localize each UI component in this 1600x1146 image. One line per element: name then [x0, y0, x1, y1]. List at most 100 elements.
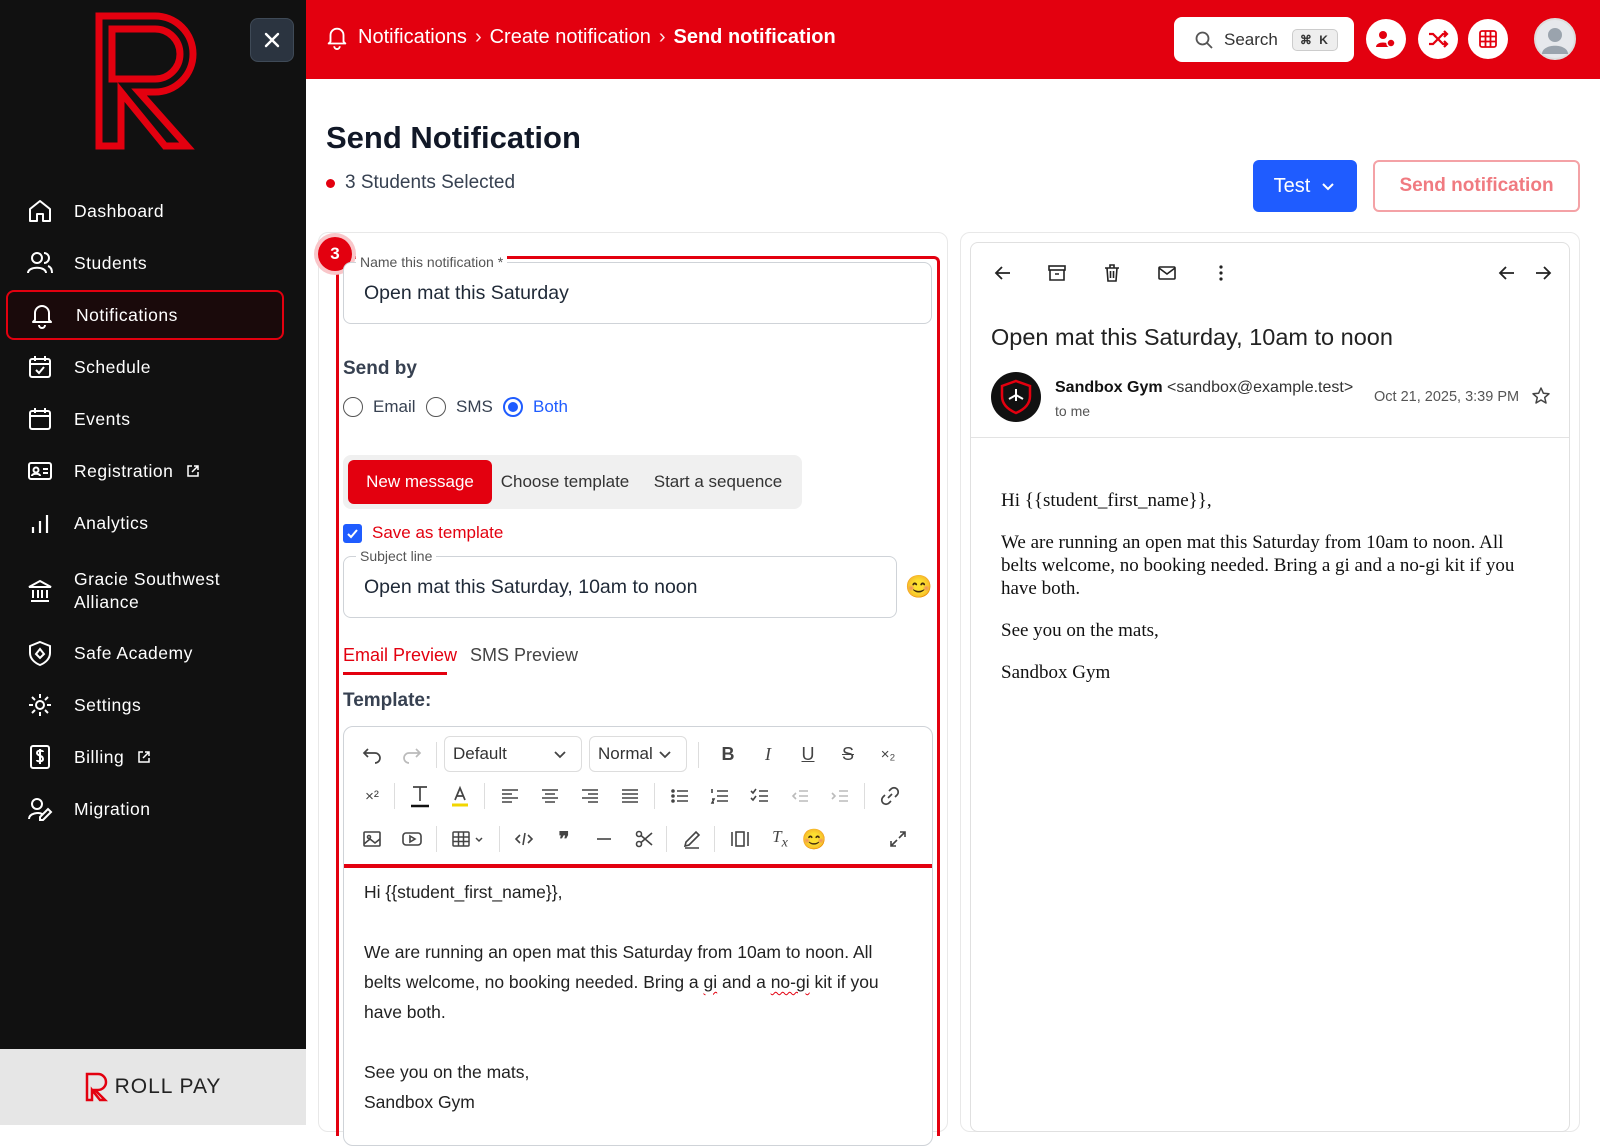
clear-format-button[interactable]: Tx	[766, 825, 794, 853]
outdent-button[interactable]	[786, 782, 814, 810]
sidebar-item-students[interactable]: Students	[6, 238, 284, 288]
avatar[interactable]	[1534, 18, 1576, 60]
numbered-list-icon	[710, 789, 728, 804]
sidebar-item-billing[interactable]: Billing	[6, 732, 284, 782]
italic-button[interactable]: I	[754, 740, 782, 768]
bold-button[interactable]: B	[714, 740, 742, 768]
horizontal-rule-button[interactable]	[590, 825, 618, 853]
checklist-button[interactable]	[746, 782, 774, 810]
mark-unread-button[interactable]	[1153, 259, 1181, 287]
blockquote-button[interactable]: ❞	[550, 825, 578, 853]
sidebar-item-events[interactable]: Events	[6, 394, 284, 444]
breadcrumb: Notifications › Create notification › Se…	[324, 24, 836, 50]
sender-avatar	[991, 372, 1041, 422]
emoji-button[interactable]: 😊	[800, 825, 828, 853]
chevron-down-icon	[1322, 183, 1335, 191]
fullscreen-button[interactable]	[884, 825, 912, 853]
previous-email-button[interactable]	[1493, 259, 1521, 287]
text-color-icon	[411, 786, 429, 808]
undo-button[interactable]	[358, 740, 386, 768]
segment-start-sequence[interactable]: Start a sequence	[639, 460, 797, 504]
chevron-right-icon: ›	[658, 25, 666, 48]
insert-table-button[interactable]	[448, 825, 488, 853]
save-as-template-checkbox[interactable]: Save as template	[343, 523, 503, 543]
quote-icon: ❞	[558, 828, 570, 851]
highlight-color-button[interactable]	[446, 782, 474, 810]
insert-video-button[interactable]	[398, 825, 426, 853]
tab-email-preview[interactable]: Email Preview	[343, 645, 457, 666]
sidebar-item-notifications[interactable]: Notifications	[6, 290, 284, 340]
sidebar-item-schedule[interactable]: Schedule	[6, 342, 284, 392]
segment-new-message[interactable]: New message	[348, 460, 492, 504]
font-family-select[interactable]: Default	[444, 736, 582, 772]
more-options-button[interactable]	[1207, 259, 1235, 287]
test-button[interactable]: Test	[1253, 160, 1357, 212]
user-check-button[interactable]	[1366, 19, 1406, 59]
notification-name-field[interactable]: Name this notification *	[343, 254, 932, 324]
next-email-button[interactable]	[1529, 259, 1557, 287]
star-button[interactable]	[1531, 386, 1551, 411]
indent-icon	[831, 790, 848, 802]
breadcrumb-notifications[interactable]: Notifications	[358, 26, 467, 49]
strikethrough-button[interactable]: S	[834, 740, 862, 768]
undo-icon	[362, 748, 381, 764]
chevron-down-icon	[659, 751, 671, 759]
close-sidebar-button[interactable]	[250, 18, 294, 62]
align-left-button[interactable]	[496, 782, 524, 810]
bullet-list-icon	[671, 789, 688, 803]
sidebar-item-label: Registration	[74, 460, 174, 481]
indent-button[interactable]	[826, 782, 854, 810]
send-by-both-radio[interactable]: Both	[503, 397, 568, 417]
subscript-button[interactable]: ×₂	[874, 740, 902, 768]
sidebar-item-gracie-southwest-alliance[interactable]: Gracie Southwest Alliance	[6, 565, 284, 617]
send-notification-button[interactable]: Send notification	[1373, 160, 1580, 212]
align-center-button[interactable]	[536, 782, 564, 810]
bullet-list-button[interactable]	[666, 782, 694, 810]
subject-line-input[interactable]	[364, 557, 861, 617]
email-body-paragraph: See you on the mats,	[1001, 620, 1159, 641]
shuffle-button[interactable]	[1418, 19, 1458, 59]
grid-button[interactable]	[1468, 19, 1508, 59]
breadcrumb-create-notification[interactable]: Create notification	[490, 26, 651, 49]
archive-button[interactable]	[1043, 259, 1071, 287]
notification-name-input[interactable]	[364, 263, 893, 323]
cut-button[interactable]	[630, 825, 658, 853]
superscript-button[interactable]: ×²	[358, 782, 386, 810]
tab-sms-preview[interactable]: SMS Preview	[470, 645, 578, 666]
horizontal-rule-icon	[597, 838, 611, 840]
align-justify-button[interactable]	[616, 782, 644, 810]
outdent-icon	[791, 790, 808, 802]
page-break-button[interactable]	[726, 825, 754, 853]
strikethrough-icon: S	[841, 743, 854, 764]
user-avatar-icon	[1542, 28, 1568, 54]
sidebar-item-analytics[interactable]: Analytics	[6, 498, 284, 548]
insert-image-button[interactable]	[358, 825, 386, 853]
toolbar-divider	[698, 742, 699, 768]
numbered-list-button[interactable]	[706, 782, 734, 810]
redo-button[interactable]	[398, 740, 426, 768]
editor-content[interactable]: Hi {{student_first_name}}, We are runnin…	[364, 877, 912, 1117]
sidebar-item-registration[interactable]: Registration	[6, 446, 284, 496]
email-body-paragraph: Sandbox Gym	[1001, 662, 1111, 683]
draw-button[interactable]	[678, 825, 706, 853]
sidebar-item-migration[interactable]: Migration	[6, 784, 284, 834]
sidebar-item-safe-academy[interactable]: Safe Academy	[6, 628, 284, 678]
sidebar-item-settings[interactable]: Settings	[6, 680, 284, 730]
emoji-picker-icon[interactable]: 😊	[905, 574, 932, 600]
subject-line-field[interactable]: Subject line	[343, 548, 897, 618]
link-button[interactable]	[876, 782, 904, 810]
paragraph-style-select[interactable]: Normal	[589, 736, 687, 772]
delete-button[interactable]	[1098, 259, 1126, 287]
send-by-email-radio[interactable]: Email	[343, 397, 416, 417]
code-view-button[interactable]	[510, 825, 538, 853]
chevron-down-icon	[554, 751, 566, 759]
align-right-button[interactable]	[576, 782, 604, 810]
sidebar-item-dashboard[interactable]: Dashboard	[6, 186, 284, 236]
send-by-sms-radio[interactable]: SMS	[426, 397, 493, 417]
search-button[interactable]: Search ⌘ K	[1174, 17, 1354, 62]
text-color-button[interactable]	[406, 782, 434, 810]
segment-choose-template[interactable]: Choose template	[495, 460, 635, 504]
underline-button[interactable]: U	[794, 740, 822, 768]
back-button[interactable]	[989, 259, 1017, 287]
toolbar-highlight-bar	[344, 864, 932, 868]
